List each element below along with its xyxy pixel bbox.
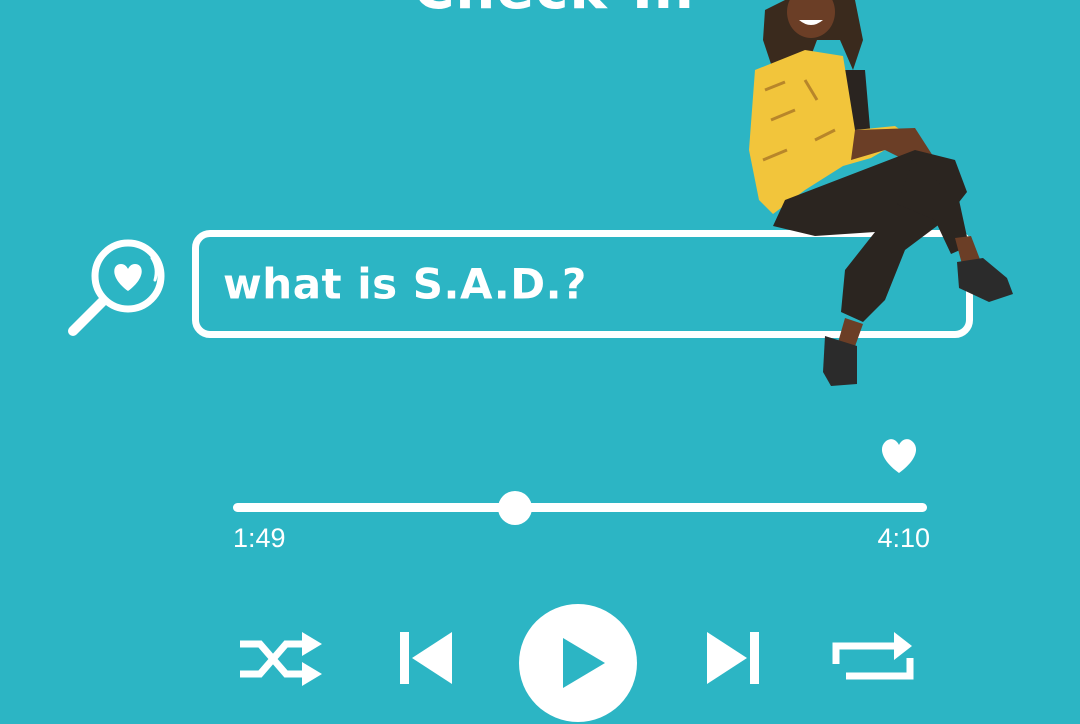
play-button[interactable] <box>517 602 639 724</box>
previous-icon[interactable] <box>396 628 456 688</box>
progress-bar[interactable] <box>233 490 927 525</box>
next-icon[interactable] <box>703 628 763 688</box>
search-query-text: what is S.A.D.? <box>223 259 587 309</box>
shuffle-icon[interactable] <box>236 628 328 688</box>
progress-thumb[interactable] <box>497 490 532 525</box>
total-time: 4:10 <box>877 523 930 553</box>
elapsed-time: 1:49 <box>233 523 286 553</box>
heart-icon[interactable] <box>879 436 919 476</box>
heart-magnifier-icon <box>68 239 165 336</box>
person-image <box>749 0 1013 386</box>
repeat-icon[interactable] <box>830 628 916 688</box>
